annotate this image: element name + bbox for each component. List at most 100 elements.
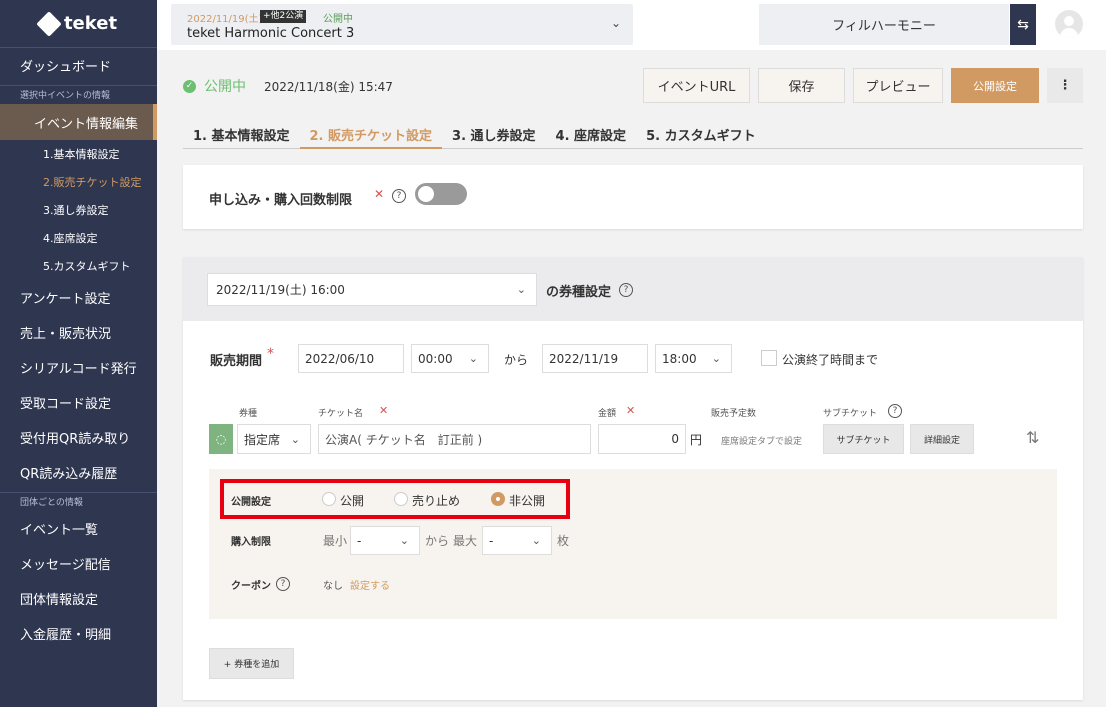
sidebar-sub-basic[interactable]: 1.基本情報設定 [0, 140, 157, 168]
publish-settings-button[interactable]: 公開設定 [951, 68, 1039, 103]
ticket-type-select[interactable]: 指定席 ⌄ [237, 424, 311, 454]
sidebar-sub-tickets[interactable]: 2.販売チケット設定 [0, 168, 157, 196]
event-extra-badge: +他2公演 [260, 10, 307, 23]
help-icon[interactable]: ? [276, 577, 290, 591]
sidebar-item-event-list[interactable]: イベント一覧 [0, 511, 157, 546]
ticket-type-header: 2022/11/19(土) 16:00 ⌄ の券種設定 ? [183, 257, 1083, 321]
sidebar-item-org-settings[interactable]: 団体情報設定 [0, 581, 157, 616]
more-menu-icon[interactable]: ⋮ [1047, 68, 1083, 103]
coupon-label: クーポン [231, 581, 271, 592]
col-ticket-type: 券種 [239, 409, 258, 419]
end-date-input[interactable]: 2022/11/19 [542, 344, 648, 373]
until-end-checkbox[interactable] [761, 350, 777, 366]
teket-logo-icon [36, 10, 62, 37]
sidebar-item-sales[interactable]: 売上・販売状況 [0, 315, 157, 350]
sidebar-item-qr-read[interactable]: 受付用QR読み取り [0, 420, 157, 455]
purchase-limit-row-label: 購入制限 [231, 537, 271, 548]
event-status: 公開中 [323, 14, 353, 25]
coupon-set-link[interactable]: 設定する [350, 577, 390, 592]
radio-public[interactable] [322, 492, 336, 506]
radio-stop-sales[interactable] [394, 492, 408, 506]
preview-button[interactable]: プレビュー [853, 68, 943, 103]
teket-logo[interactable]: teket [0, 0, 157, 48]
event-selector[interactable]: 2022/11/19(土) +他2公演 公開中 teket Harmonic C… [171, 4, 633, 45]
sidebar-sub-season-pass[interactable]: 3.通し券設定 [0, 196, 157, 224]
radio-stop-sales-label: 売り止め [412, 494, 461, 508]
event-url-button[interactable]: イベントURL [643, 68, 750, 103]
toggle-knob [418, 186, 434, 202]
help-icon[interactable]: ? [619, 283, 633, 297]
tab-seating[interactable]: 4. 座席設定 [546, 117, 637, 149]
sales-period-label: 販売期間 [210, 354, 263, 369]
help-icon[interactable]: ? [392, 189, 406, 203]
planned-note: 座席設定タブで設定 [721, 437, 803, 447]
sidebar-item-survey[interactable]: アンケート設定 [0, 280, 157, 315]
check-circle-icon: ✓ [183, 79, 196, 93]
until-end-label: 公演終了時間まで [782, 353, 879, 367]
sidebar-item-messages[interactable]: メッセージ配信 [0, 546, 157, 581]
tab-custom-gift[interactable]: 5. カスタムギフト [636, 117, 766, 149]
ticket-type-value: 指定席 [244, 432, 281, 447]
tab-basic[interactable]: 1. 基本情報設定 [183, 117, 300, 149]
radio-private[interactable] [491, 492, 505, 506]
sidebar-item-payments[interactable]: 入金履歴・明細 [0, 616, 157, 651]
org-selector[interactable]: フィルハーモニー [759, 4, 1009, 45]
coupon-none: なし [323, 581, 343, 592]
visibility-off-icon[interactable]: ◌ [209, 424, 233, 454]
required-asterisk: * [267, 346, 274, 362]
end-time-select[interactable]: 18:00 ⌄ [655, 344, 732, 373]
chevron-down-icon: ⌄ [531, 534, 541, 547]
min-label: 最小 [323, 534, 348, 548]
purchase-limit-toggle[interactable] [415, 183, 467, 205]
logo-text: teket [63, 13, 118, 34]
sidebar-sub-seating[interactable]: 4.座席設定 [0, 224, 157, 252]
save-button[interactable]: 保存 [758, 68, 845, 103]
sidebar-item-receipt-code[interactable]: 受取コード設定 [0, 385, 157, 420]
range-from-label: から [425, 534, 450, 548]
sidebar-item-event-edit[interactable]: イベント情報編集 [0, 104, 157, 140]
status-datetime: 2022/11/18(金) 15:47 [264, 79, 393, 94]
detail-settings-button[interactable]: 詳細設定 [910, 424, 974, 454]
min-select[interactable]: - ⌄ [350, 526, 420, 555]
purchase-limit-label: 申し込み・購入回数制限 [209, 193, 353, 208]
help-icon[interactable]: ? [888, 404, 902, 418]
sidebar-sub-custom-gift[interactable]: 5.カスタムギフト [0, 252, 157, 280]
publish-setting-label: 公開設定 [231, 497, 271, 508]
end-time-value: 18:00 [662, 351, 697, 366]
max-label: 最大 [453, 534, 478, 548]
price-input[interactable]: 0 [598, 424, 686, 454]
tab-season-pass[interactable]: 3. 通し券設定 [442, 117, 546, 149]
performance-date-value: 2022/11/19(土) 16:00 [216, 283, 345, 297]
col-ticket-name: チケット名 [318, 409, 364, 419]
sub-ticket-button[interactable]: サブチケット [823, 424, 904, 454]
start-time-select[interactable]: 00:00 ⌄ [411, 344, 489, 373]
radio-private-label: 非公開 [509, 494, 546, 508]
add-ticket-type-button[interactable]: + 券種を追加 [209, 648, 294, 679]
sort-arrows-icon[interactable]: ⇅ [1026, 428, 1039, 447]
status-text: 公開中 [204, 79, 246, 95]
required-icon: ✕ [379, 404, 389, 417]
chevron-down-icon: ⌄ [711, 352, 721, 365]
avatar[interactable] [1055, 10, 1083, 38]
ticket-name-input[interactable]: 公演A( チケット名 訂正前 ) [318, 424, 591, 454]
sidebar-item-dashboard[interactable]: ダッシュボード [0, 48, 157, 83]
min-value: - [357, 533, 362, 548]
max-value: - [489, 533, 494, 548]
status-row: ✓ 公開中 2022/11/18(金) 15:47 [183, 68, 393, 104]
performance-date-select[interactable]: 2022/11/19(土) 16:00 ⌄ [207, 273, 537, 306]
start-date-input[interactable]: 2022/06/10 [298, 344, 404, 373]
col-planned: 販売予定数 [711, 409, 757, 419]
required-icon: ✕ [626, 404, 636, 417]
swap-org-icon[interactable]: ⇆ [1010, 4, 1036, 45]
sidebar-item-serial[interactable]: シリアルコード発行 [0, 350, 157, 385]
yen-label: 円 [690, 433, 703, 447]
sidebar-item-qr-history[interactable]: QR読み込み履歴 [0, 455, 157, 490]
purchase-limit-card: 申し込み・購入回数制限 ✕ ? [183, 165, 1083, 229]
event-name: teket Harmonic Concert 3 [187, 26, 355, 41]
chevron-down-icon: ⌄ [468, 352, 478, 365]
tab-bar: 1. 基本情報設定 2. 販売チケット設定 3. 通し券設定 4. 座席設定 5… [183, 117, 1083, 149]
col-price: 金額 [598, 409, 617, 419]
chevron-down-icon: ⌄ [399, 534, 409, 547]
tab-tickets[interactable]: 2. 販売チケット設定 [299, 117, 443, 149]
max-select[interactable]: - ⌄ [482, 526, 552, 555]
